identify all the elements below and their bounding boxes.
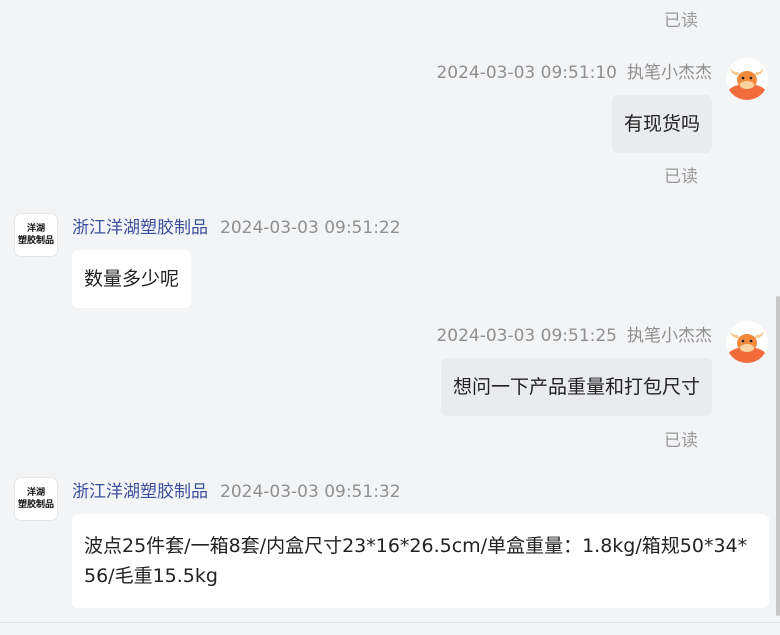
message-meta: 浙江洋湖塑胶制品 2024-03-03 09:51:32	[72, 477, 401, 502]
message-text: 想问一下产品重量和打包尺寸	[452, 376, 700, 398]
bull-avatar-icon	[726, 58, 768, 100]
message-meta: 2024-03-03 09:51:10 执笔小杰杰	[436, 58, 712, 83]
bull-avatar-icon	[726, 321, 768, 363]
message-bubble[interactable]: 波点25件套/一箱8套/内盒尺寸23*16*26.5cm/单盒重量：1.8kg/…	[72, 514, 769, 608]
user-avatar[interactable]	[726, 58, 768, 100]
message-bubble[interactable]: 数量多少呢	[72, 250, 192, 308]
message-timestamp: 2024-03-03 09:51:25	[436, 326, 617, 346]
shop-avatar[interactable]: 洋湖 塑胶制品	[15, 214, 57, 256]
message-bubble[interactable]: 有现货吗	[611, 95, 712, 153]
sender-name: 执笔小杰杰	[627, 63, 712, 83]
message-meta: 2024-03-03 09:51:25 执笔小杰杰	[436, 321, 712, 346]
shop-avatar[interactable]: 洋湖 塑胶制品	[15, 478, 57, 520]
sender-name[interactable]: 浙江洋湖塑胶制品	[72, 482, 208, 502]
message-text: 数量多少呢	[84, 268, 180, 290]
message-text: 波点25件套/一箱8套/内盒尺寸23*16*26.5cm/单盒重量：1.8kg/…	[84, 535, 748, 587]
read-receipt: 已读	[664, 431, 698, 451]
sender-name[interactable]: 浙江洋湖塑胶制品	[72, 218, 208, 238]
divider	[0, 622, 780, 623]
read-receipt: 已读	[664, 11, 698, 31]
user-avatar[interactable]	[726, 321, 768, 363]
message-text: 有现货吗	[623, 113, 700, 135]
message-timestamp: 2024-03-03 09:51:32	[220, 482, 401, 502]
read-receipt: 已读	[664, 167, 698, 187]
shop-avatar-line: 洋湖	[26, 488, 45, 498]
shop-avatar-line: 塑胶制品	[17, 236, 54, 246]
message-timestamp: 2024-03-03 09:51:22	[220, 218, 401, 238]
shop-avatar-line: 洋湖	[26, 224, 45, 234]
message-meta: 浙江洋湖塑胶制品 2024-03-03 09:51:22	[72, 213, 401, 238]
shop-avatar-line: 塑胶制品	[17, 500, 54, 510]
sender-name: 执笔小杰杰	[627, 326, 712, 346]
message-bubble[interactable]: 想问一下产品重量和打包尺寸	[440, 358, 712, 416]
message-timestamp: 2024-03-03 09:51:10	[436, 63, 617, 83]
scrollbar[interactable]	[776, 296, 780, 616]
